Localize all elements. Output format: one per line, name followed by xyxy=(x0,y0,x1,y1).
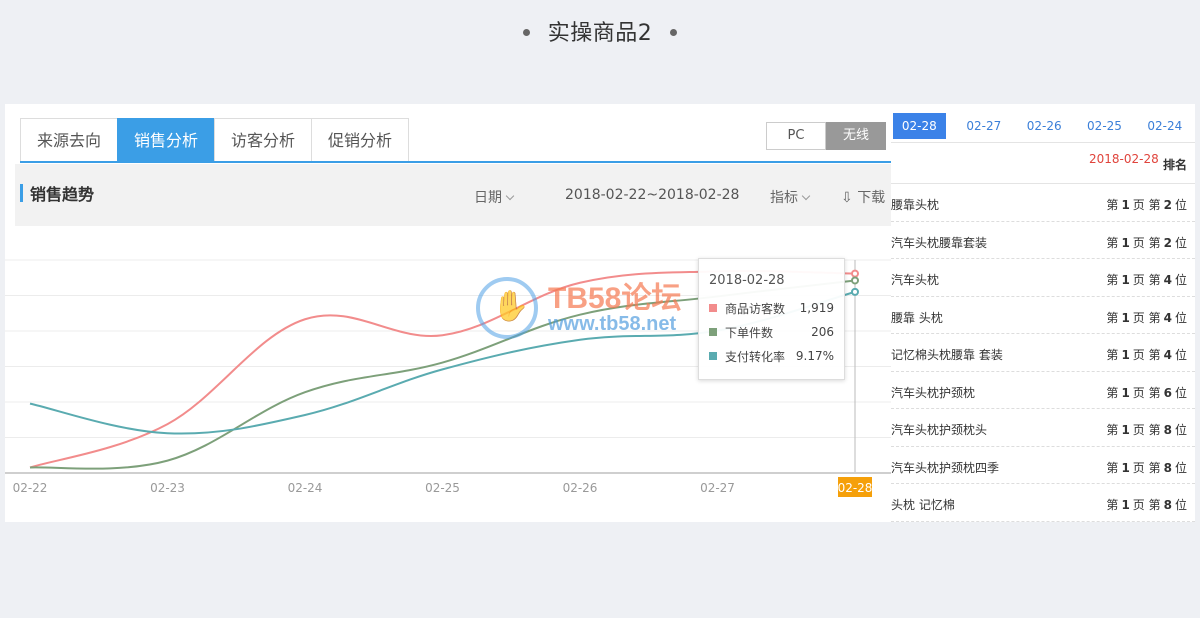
chart-tooltip: 2018-02-28 商品访客数 1,919 下单件数 206 支付转化率 9.17% xyxy=(698,258,845,380)
keyword-text: 汽车头枕腰靠套装 xyxy=(891,235,988,250)
x-tick-label: 02-22 xyxy=(13,481,48,495)
page-title: 实操商品2 xyxy=(0,15,1200,47)
tooltip-row: 下单件数 206 xyxy=(709,320,834,344)
tooltip-series-name: 下单件数 xyxy=(725,325,774,340)
x-tick-label: 02-28 xyxy=(838,481,873,495)
divider xyxy=(891,142,1195,143)
data-point[interactable] xyxy=(851,269,859,278)
rank-date-tab[interactable]: 02-27 xyxy=(954,113,1014,139)
keyword-text: 汽车头枕护颈枕四季 xyxy=(891,460,1000,475)
keyword-text: 腰靠头枕 xyxy=(891,198,940,212)
keyword-rank-panel: 02-28 02-27 02-26 02-25 02-24 2018-02-28 排名 … xyxy=(891,104,1195,522)
tooltip-series-value: 206 xyxy=(811,325,834,339)
rank-row[interactable]: 汽车头枕护颈枕四季 第 1 页 第8位 xyxy=(891,447,1195,484)
rank-row[interactable]: 汽车头枕护颈枕头 第 1 页 第8位 xyxy=(891,409,1195,447)
keyword-text: 汽车头枕护颈枕头 xyxy=(891,423,988,437)
keyword-text: 汽车头枕护颈枕 xyxy=(891,385,976,400)
rank-row[interactable]: 腰靠 头枕 第 1 页 第4位 xyxy=(891,297,1195,334)
data-point[interactable] xyxy=(851,276,859,285)
keyword-text: 腰靠 头枕 xyxy=(891,310,943,325)
series-swatch xyxy=(709,352,717,360)
data-point[interactable] xyxy=(851,287,859,296)
rank-date-tab[interactable]: 02-28 xyxy=(893,113,946,139)
rank-row[interactable]: 汽车头枕腰靠套装 第 1 页 第2位 xyxy=(891,222,1195,259)
rank-position: 第1页 第8位 xyxy=(1106,460,1187,475)
rank-position: 第1页 第6位 xyxy=(1106,385,1187,400)
rank-position: 第1页 第4位 xyxy=(1106,273,1187,287)
tooltip-date: 2018-02-28 xyxy=(709,273,785,288)
rank-list: 腰靠头枕第 1 页 第 2 位汽车头枕腰靠套装第 1 页 第 2 位汽车头枕第 1 页 第 4 位腰靠 … xyxy=(891,184,1195,522)
series-swatch xyxy=(709,328,717,336)
rank-row[interactable]: 汽车头枕护颈枕 第 1 页 第6位 xyxy=(891,372,1195,409)
keyword-text: 记忆棉头枕腰靠 套装 xyxy=(891,348,1003,362)
bullet-dot xyxy=(522,28,530,36)
series-swatch xyxy=(709,304,717,312)
sales-analysis-panel: 来源去向 销售分析 访客分析 促销分析 PC 无线 销售趋势 日期 2018-02-2… xyxy=(5,104,891,522)
rank-row[interactable]: 腰靠头枕 第 1 页 第2位 xyxy=(891,184,1195,222)
rank-position: 第1页 第8位 xyxy=(1106,423,1187,437)
x-tick-label: 02-23 xyxy=(150,481,185,495)
x-tick-label: 02-27 xyxy=(700,481,735,495)
bullet-dot xyxy=(670,28,678,36)
rank-position: 第1页 第8位 xyxy=(1106,498,1187,512)
tooltip-series-value: 1,919 xyxy=(799,301,834,315)
rank-date-tabs: 02-28 02-27 02-26 02-25 02-24 xyxy=(891,108,1195,144)
page-title-text: 实操商品2 xyxy=(547,21,653,46)
tooltip-row: 支付转化率 9.17% xyxy=(709,344,834,368)
tooltip-series-value: 9.17% xyxy=(795,349,834,363)
rank-date-tab[interactable]: 02-25 xyxy=(1074,113,1134,139)
rank-position: 第1页 第2位 xyxy=(1106,235,1187,250)
tooltip-series-name: 支付转化率 xyxy=(725,349,786,364)
rank-header-label: 排名 xyxy=(1163,158,1188,172)
rank-position: 第1页 第4位 xyxy=(1106,310,1187,325)
tooltip-series-name: 商品访客数 xyxy=(725,301,786,316)
rank-row[interactable]: 汽车头枕 第 1 页 第4位 xyxy=(891,259,1195,297)
x-tick-label: 02-25 xyxy=(425,481,460,495)
rank-row[interactable]: 记忆棉头枕腰靠 套装 第 1 页 第4位 xyxy=(891,334,1195,372)
x-tick-label: 02-26 xyxy=(563,481,598,495)
rank-date-tab[interactable]: 02-26 xyxy=(1014,113,1074,139)
x-tick-label: 02-24 xyxy=(288,481,323,495)
rank-position: 第1页 第4位 xyxy=(1106,348,1187,362)
rank-date-tab[interactable]: 02-24 xyxy=(1135,113,1195,139)
rank-position: 第1页 第2位 xyxy=(1106,198,1187,212)
rank-header-date: 2018-02-28 xyxy=(1089,152,1159,166)
keyword-text: 汽车头枕 xyxy=(891,273,940,287)
rank-row[interactable]: 头枕 记忆棉 第 1 页 第8位 xyxy=(891,484,1195,522)
keyword-text: 头枕 记忆棉 xyxy=(891,498,955,512)
tooltip-row: 商品访客数 1,919 xyxy=(709,296,834,320)
